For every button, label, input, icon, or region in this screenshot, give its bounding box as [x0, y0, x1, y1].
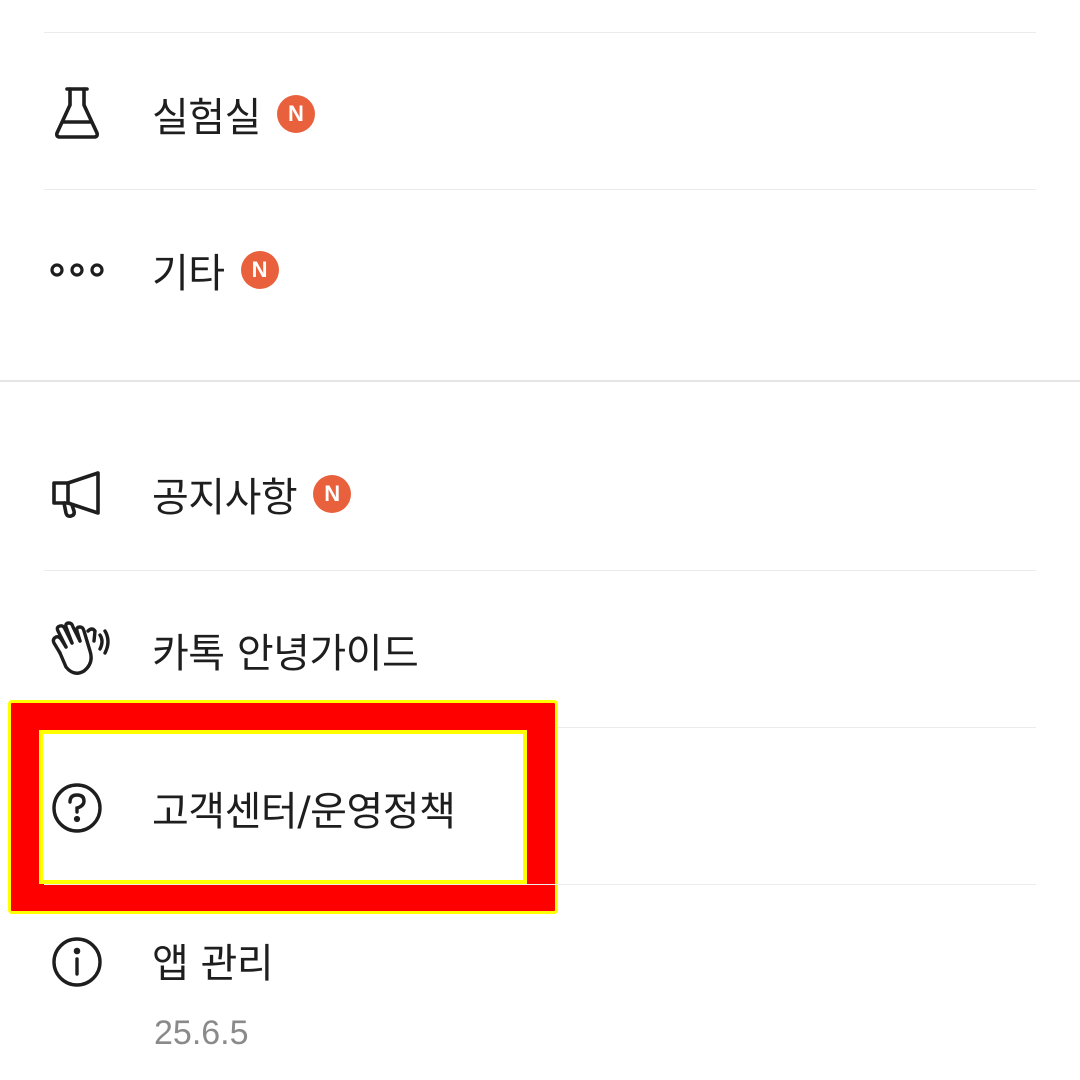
waving-hand-icon	[50, 621, 112, 676]
menu-label: 기타	[152, 251, 225, 297]
flask-icon	[50, 86, 104, 140]
divider	[44, 32, 1036, 33]
info-circle-icon	[50, 935, 104, 989]
menu-item-customer-center[interactable]: 고객센터/운영정책	[0, 766, 1080, 850]
divider	[44, 189, 1036, 190]
menu-label: 고객센터/운영정책	[152, 789, 456, 835]
menu-label: 공지사항	[152, 475, 298, 521]
menu-item-app-management[interactable]: 앱 관리	[0, 920, 1080, 1004]
menu-label: 앱 관리	[152, 941, 274, 987]
app-version: 25.6.5	[154, 1014, 249, 1052]
menu-item-notice[interactable]: 공지사항 N	[0, 452, 1080, 536]
question-circle-icon	[50, 781, 104, 835]
menu-item-lab[interactable]: 실험실 N	[0, 72, 1080, 156]
menu-label: 카톡 안녕가이드	[152, 631, 419, 677]
section-separator	[0, 380, 1080, 382]
divider	[44, 884, 1036, 885]
new-badge: N	[313, 475, 352, 513]
megaphone-icon	[50, 467, 104, 521]
new-badge: N	[276, 95, 315, 133]
menu-label: 실험실	[152, 95, 261, 141]
new-badge: N	[240, 251, 279, 289]
menu-item-etc[interactable]: 기타 N	[0, 228, 1080, 312]
divider	[44, 570, 1036, 571]
more-dots-icon	[50, 243, 104, 297]
menu-item-guide[interactable]: 카톡 안녕가이드	[0, 608, 1080, 692]
more-menu-screen: 실험실 N 기타 N 공지사항 N 카톡 안녕가이드 고객센터/운영정책 앱 관…	[0, 0, 1080, 1080]
